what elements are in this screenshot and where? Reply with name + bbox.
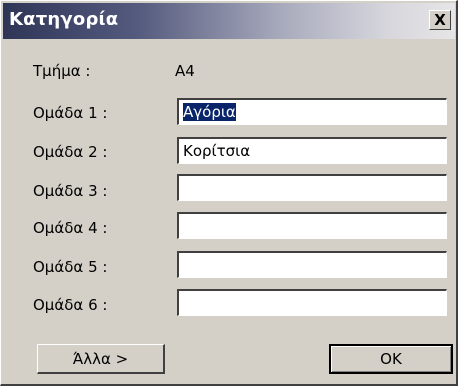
- group-1-input[interactable]: Αγόρια: [177, 98, 447, 125]
- group-3-input[interactable]: [177, 174, 447, 201]
- department-label: Τμήμα :: [33, 62, 91, 80]
- department-value: A4: [175, 62, 195, 80]
- group-2-input[interactable]: Κορίτσια: [177, 137, 447, 164]
- close-button[interactable]: X: [429, 10, 451, 30]
- group-6-label: Ομάδα 6 :: [33, 296, 108, 314]
- close-icon: X: [434, 10, 446, 29]
- ok-button-label: OK: [380, 350, 402, 368]
- group-3-label: Ομάδα 3 :: [33, 182, 108, 200]
- group-4-input[interactable]: [177, 212, 447, 239]
- group-5-input[interactable]: [177, 251, 447, 278]
- group-1-value: Αγόρια: [183, 103, 236, 121]
- group-2-label: Ομάδα 2 :: [33, 143, 108, 161]
- title-bar[interactable]: Κατηγορία X: [3, 3, 455, 39]
- group-5-label: Ομάδα 5 :: [33, 258, 108, 276]
- more-button[interactable]: Άλλα >: [37, 344, 165, 374]
- ok-button[interactable]: OK: [329, 344, 453, 374]
- group-1-label: Ομάδα 1 :: [33, 104, 108, 122]
- category-dialog: Κατηγορία X Τμήμα : A4 Ομάδα 1 : Αγόρια …: [0, 0, 458, 386]
- more-button-label: Άλλα >: [72, 349, 129, 368]
- group-2-value: Κορίτσια: [183, 142, 251, 160]
- group-6-input[interactable]: [177, 289, 447, 316]
- group-4-label: Ομάδα 4 :: [33, 219, 108, 237]
- window-title: Κατηγορία: [9, 9, 119, 30]
